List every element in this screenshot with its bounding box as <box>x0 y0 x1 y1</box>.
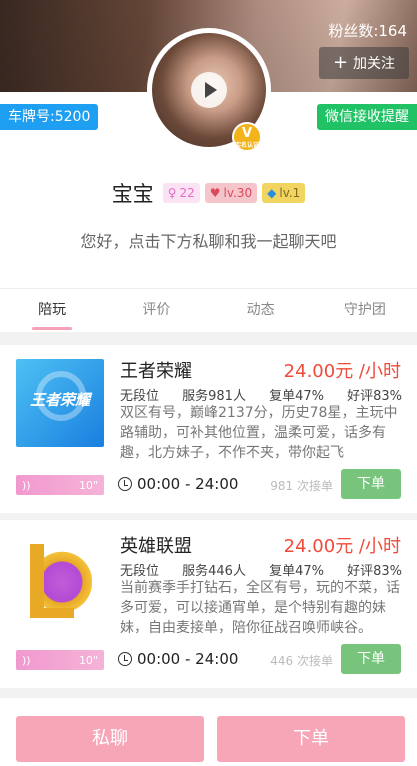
place-order-button[interactable]: 下单 <box>217 716 405 762</box>
game-card[interactable]: 英雄联盟 24.00元 /小时 无段位 服务446人 复单47% 好评83% 当… <box>0 520 417 688</box>
private-chat-button[interactable]: 私聊 <box>16 716 204 762</box>
sound-wave-icon: )) <box>22 478 31 492</box>
bottom-action-bar: 私聊 下单 <box>0 698 417 766</box>
follow-button[interactable]: + 加关注 <box>319 47 409 79</box>
heart-icon: ♥ <box>209 186 221 200</box>
play-icon[interactable] <box>191 72 227 108</box>
game-thumbnail: 王者荣耀 <box>16 359 104 447</box>
order-count: 446 次接单 <box>270 654 333 668</box>
gender-badge: ♀ 22 <box>162 183 200 203</box>
voice-intro-button[interactable]: )) 10" <box>16 475 104 495</box>
order-button[interactable]: 下单 <box>341 469 401 499</box>
charm-level-badge: ♥ lv.30 <box>204 183 258 203</box>
order-button[interactable]: 下单 <box>341 644 401 674</box>
repeat-text: 复单47% <box>269 564 324 579</box>
game-price: 24.00元 /小时 <box>283 536 401 557</box>
wealth-level-badge: ◆ lv.1 <box>262 183 306 203</box>
game-price: 24.00元 /小时 <box>283 361 401 382</box>
rank-text: 无段位 <box>120 389 160 404</box>
voice-intro-button[interactable]: )) 10" <box>16 650 104 670</box>
follow-label: 加关注 <box>353 56 396 72</box>
tab-reviews[interactable]: 评价 <box>104 289 208 332</box>
clock-icon <box>118 652 132 666</box>
praise-text: 好评83% <box>347 564 402 579</box>
game-card[interactable]: 王者荣耀 王者荣耀 24.00元 /小时 无段位 服务981人 复单47% 好评… <box>0 345 417 513</box>
order-count: 981 次接单 <box>270 479 333 493</box>
clock-icon <box>118 477 132 491</box>
fans-count: 粉丝数:164 <box>328 22 407 40</box>
game-stats: 无段位 服务981人 复单47% 好评83% <box>120 385 402 404</box>
plus-icon: + <box>332 52 349 73</box>
service-time: 00:00 - 24:00 <box>118 650 238 668</box>
rank-text: 无段位 <box>120 564 160 579</box>
slogan-text: 您好，点击下方私聊和我一起聊天吧 <box>80 232 337 251</box>
tab-guard-group[interactable]: 守护团 <box>313 289 417 332</box>
game-title: 英雄联盟 <box>120 536 192 557</box>
served-text: 服务981人 <box>182 389 246 404</box>
service-time: 00:00 - 24:00 <box>118 475 238 493</box>
game-description: 双区有号，巅峰2137分，历史78星，主玩中路辅助，可补其他位置，温柔可爱，话多… <box>120 405 398 461</box>
user-name: 宝宝 <box>111 182 154 206</box>
tab-moments[interactable]: 动态 <box>209 289 313 332</box>
diamond-icon: ◆ <box>267 186 277 200</box>
game-title: 王者荣耀 <box>120 361 192 382</box>
game-thumbnail <box>16 534 104 622</box>
wechat-notify-button[interactable]: 微信接收提醒 <box>317 104 417 130</box>
repeat-text: 复单47% <box>269 389 324 404</box>
plate-number-tag: 车牌号:5200 <box>0 104 99 130</box>
game-stats: 无段位 服务446人 复单47% 好评83% <box>120 560 402 579</box>
profile-page: 粉丝数:164 + 加关注 车牌号:5200 微信接收提醒 V 实名认证 宝宝 … <box>0 0 417 766</box>
tab-accompany[interactable]: 陪玩 <box>0 289 104 332</box>
verified-badge-icon: V 实名认证 <box>232 122 262 152</box>
game-description: 当前赛季手打钻石，全区有号，玩的不菜，话多可爱，可以接通宵单，是个特别有趣的妹妹… <box>120 580 400 636</box>
tab-bar: 陪玩 评价 动态 守护团 <box>0 288 417 332</box>
served-text: 服务446人 <box>182 564 246 579</box>
name-row: 宝宝 ♀ 22 ♥ lv.30 ◆ lv.1 <box>0 178 417 208</box>
female-icon: ♀ <box>167 186 177 200</box>
sound-wave-icon: )) <box>22 653 31 667</box>
praise-text: 好评83% <box>347 389 402 404</box>
